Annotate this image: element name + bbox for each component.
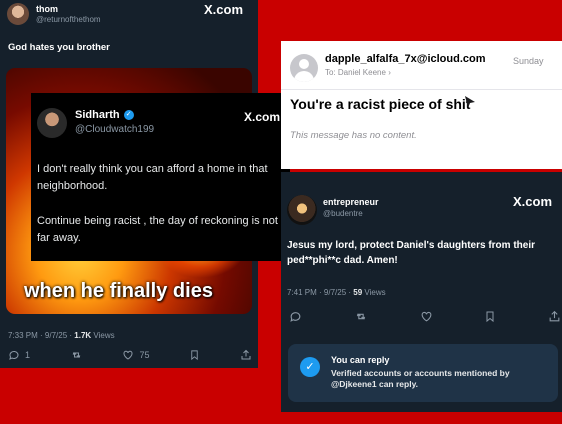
author-name[interactable]: Sidharth <box>75 109 120 121</box>
repost-icon[interactable] <box>354 310 368 323</box>
email-body: This message has no content. <box>290 130 417 141</box>
chevron-right-icon: › <box>388 68 391 77</box>
person-icon <box>299 59 309 69</box>
recipient-name[interactable]: Daniel Keene <box>338 68 386 77</box>
heart-icon[interactable] <box>420 310 433 323</box>
email-card: dapple_alfalfa_7x@icloud.com To: Daniel … <box>281 41 562 169</box>
email-date: Sunday <box>513 56 544 66</box>
quoted-text-2: Continue being racist , the day of recko… <box>37 215 278 244</box>
reply-restriction-icon: ✓ <box>300 357 320 377</box>
to-label: To: <box>325 68 336 77</box>
verified-badge-icon: ✓ <box>123 110 134 120</box>
tweet-meta: 7:33 PM · 9/7/25 · 1.7K Views <box>8 331 115 340</box>
author-name[interactable]: thom <box>36 4 58 14</box>
author-name-row: Sidharth ✓ <box>75 109 134 121</box>
share-icon[interactable] <box>548 310 561 323</box>
tweet-text: Jesus my lord, protect Daniel's daughter… <box>287 240 535 266</box>
quoted-tweet-card: Sidharth ✓ @Cloudwatch199 X.com I don't … <box>31 93 290 261</box>
x-logo: X.com <box>204 2 244 17</box>
views-label: Views <box>91 331 115 340</box>
tweet-timestamp: 7:33 PM · 9/7/25 · <box>8 331 75 340</box>
tweet-timestamp: 7:41 PM · 9/7/25 · <box>287 288 354 297</box>
sender-avatar[interactable] <box>290 54 318 82</box>
media-caption: when he finally dies <box>24 280 213 302</box>
views-count: 1.7K <box>74 331 92 340</box>
reply-description: Verified accounts or accounts mentioned … <box>331 368 510 389</box>
avatar[interactable] <box>37 108 67 138</box>
tweet-meta: 7:41 PM · 9/7/25 · 59 Views <box>287 288 386 297</box>
reply-count: 1 <box>25 350 31 360</box>
email-subject: You're a racist piece of shit <box>290 96 471 112</box>
tweet-text: God hates you brother <box>8 42 110 53</box>
action-bar: 1 75 <box>8 349 252 361</box>
divider <box>281 89 562 90</box>
x-logo: X.com <box>244 110 281 124</box>
cursor-icon <box>464 95 476 109</box>
tweet-card-entrepreneur: entrepreneur @budentre X.com Jesus my lo… <box>281 172 562 412</box>
author-handle[interactable]: @Cloudwatch199 <box>75 124 154 135</box>
avatar[interactable] <box>7 3 29 25</box>
person-icon-body <box>294 71 314 82</box>
reply-icon <box>8 349 20 361</box>
heart-icon <box>122 349 134 361</box>
repost-icon[interactable] <box>70 349 83 361</box>
recipient-row: To: Daniel Keene › <box>325 68 391 77</box>
avatar[interactable] <box>287 195 317 225</box>
like-count: 75 <box>139 350 150 360</box>
sender-address[interactable]: dapple_alfalfa_7x@icloud.com <box>325 53 486 65</box>
author-name[interactable]: entrepreneur <box>323 197 379 207</box>
views-count: 59 <box>353 288 363 297</box>
share-icon[interactable] <box>240 349 252 361</box>
reply-restriction-box: ✓ You can reply Verified accounts or acc… <box>288 344 558 402</box>
reply-button[interactable]: 1 <box>8 349 30 361</box>
author-handle[interactable]: @returnofthethom <box>36 15 101 24</box>
action-bar <box>289 310 561 323</box>
bookmark-icon[interactable] <box>189 349 200 361</box>
reply-icon[interactable] <box>289 310 302 323</box>
bookmark-icon[interactable] <box>484 310 496 323</box>
author-handle[interactable]: @budentre <box>323 209 363 218</box>
reply-title: You can reply <box>331 355 390 365</box>
views-label: Views <box>362 288 386 297</box>
like-button[interactable]: 75 <box>122 349 150 361</box>
x-logo: X.com <box>513 194 553 209</box>
quoted-text-1: I don't really think you can afford a ho… <box>37 163 268 192</box>
